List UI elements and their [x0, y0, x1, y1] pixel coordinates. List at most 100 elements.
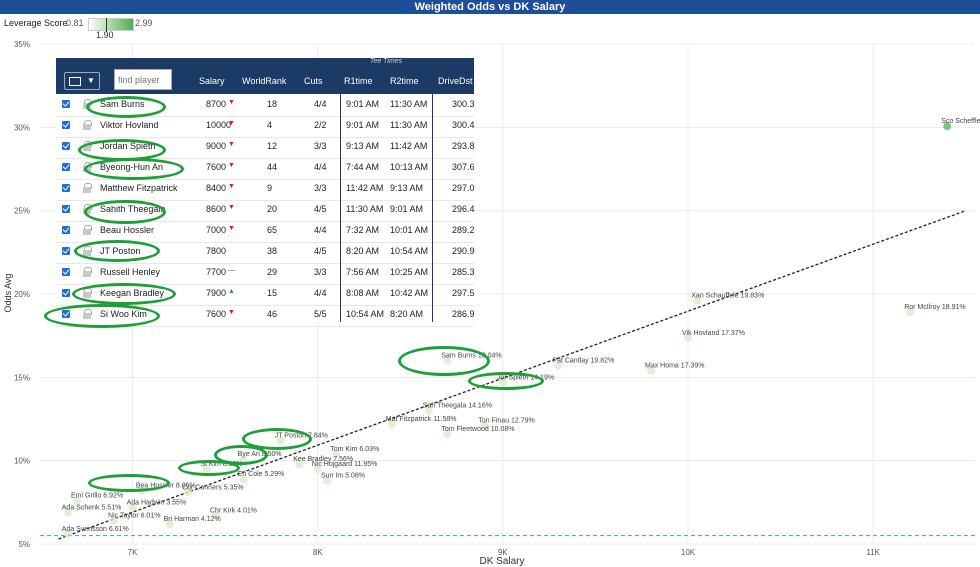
- row-checkbox[interactable]: [62, 205, 70, 213]
- lock-icon-body: [83, 313, 91, 319]
- cuts-cell: 4/4: [314, 288, 327, 298]
- r1time-cell: 9:01 AM: [346, 120, 380, 130]
- row-checkbox[interactable]: [62, 247, 70, 255]
- trend-down-icon: ▼: [228, 225, 235, 232]
- lock-icon-body: [83, 166, 91, 172]
- row-checkbox[interactable]: [62, 100, 70, 108]
- worldrank-cell: 44: [267, 162, 278, 172]
- cuts-cell: 4/5: [314, 246, 327, 256]
- point-label: Sco Scheffler 30.07%: [941, 118, 980, 125]
- col-salary[interactable]: Salary: [199, 76, 225, 86]
- r2time-cell: 11:30 AM: [390, 120, 428, 130]
- r1time-cell: 7:44 AM: [346, 162, 380, 172]
- point-label: Tom Fleetwood 10.08%: [441, 426, 514, 433]
- table-row[interactable]: Sam Burns 8700 ▼ 18 4/4 9:01 AM 11:30 AM 300.3: [56, 95, 475, 117]
- col-r1time[interactable]: R1time: [344, 76, 373, 86]
- col-drivedst[interactable]: DriveDst: [438, 76, 473, 86]
- row-checkbox[interactable]: [62, 268, 70, 276]
- r2time-cell: 9:13 AM: [390, 183, 424, 193]
- row-checkbox[interactable]: [62, 163, 70, 171]
- trend-down-icon: ▼: [228, 99, 235, 106]
- player-name: Si Woo Kim: [100, 309, 147, 319]
- table-row[interactable]: Viktor Hovland 10000 ▼ 4 2/2 9:01 AM 11:30 AM 3…: [56, 116, 475, 138]
- row-checkbox[interactable]: [62, 289, 70, 297]
- worldrank-cell: 18: [267, 99, 278, 109]
- r2time-cell: 10:13 AM: [390, 162, 429, 172]
- point-label: Bri Harman 4.12%: [164, 516, 221, 523]
- point-label: Chr Kirk 4.01%: [210, 508, 257, 515]
- x-tick-label: 11K: [866, 548, 880, 557]
- r2time-cell: 8:20 AM: [390, 309, 424, 319]
- y-tick-label: 10%: [14, 457, 30, 466]
- r1time-cell: 10:54 AM: [346, 309, 385, 319]
- table-row[interactable]: Sahith Theegala 8600 ▼ 20 4/5 11:30 AM 9:01 AM…: [56, 200, 475, 222]
- lock-icon-body: [83, 229, 91, 235]
- col-cuts[interactable]: Cuts: [304, 76, 323, 86]
- divider: [340, 58, 341, 322]
- row-checkbox[interactable]: [62, 121, 70, 129]
- row-checkbox[interactable]: [62, 184, 70, 192]
- point-label: Mat Fitzpatrick 11.58%: [386, 416, 457, 423]
- worldrank-cell: 38: [267, 246, 278, 256]
- player-name: Jordan Spieth: [100, 141, 156, 151]
- col-worldrank[interactable]: WorldRank: [242, 76, 286, 86]
- player-name: Viktor Hovland: [100, 120, 159, 130]
- table-row[interactable]: Jordan Spieth 9000 ▼ 12 3/3 9:13 AM 11:42 AM 29…: [56, 137, 475, 159]
- checkbox-icon: [69, 77, 81, 86]
- data-point: Pat Cantlay 19.82%: [552, 358, 614, 370]
- table-row[interactable]: Byeong-Hun An 7600 ▼ 44 4/4 7:44 AM 10:13 AM 30…: [56, 158, 475, 180]
- point-label: Eri Cole 5.29%: [238, 471, 285, 478]
- r1time-cell: 9:13 AM: [346, 141, 380, 151]
- player-name: Russell Henley: [100, 267, 161, 277]
- point-label: Xan Schauffele 19.83%: [691, 293, 764, 300]
- table-row[interactable]: Keegan Bradley 7900 ▲ 15 4/4 8:08 AM 10:42 AM 2…: [56, 284, 475, 306]
- select-all-dropdown[interactable]: ▼: [64, 72, 100, 90]
- data-point: Sun Im 5.08%: [321, 473, 365, 485]
- data-point: Ada Svensson 6.61%: [62, 526, 129, 538]
- row-checkbox[interactable]: [62, 226, 70, 234]
- point-label: Pat Cantlay 19.82%: [552, 358, 614, 365]
- lock-icon-body: [83, 292, 91, 298]
- table-row[interactable]: Si Woo Kim 7600 ▼ 46 5/5 10:54 AM 8:20 AM 286.9: [56, 305, 475, 327]
- data-point: Tom Fleetwood 10.08%: [441, 426, 514, 438]
- point-label: Max Homa 17.39%: [645, 363, 705, 370]
- lock-icon-body: [83, 124, 91, 130]
- data-point: Nic Taylor 6.01%: [108, 513, 160, 525]
- drivedst-cell: 296.4: [452, 204, 475, 214]
- salary-cell: 7900: [206, 288, 227, 298]
- salary-cell: 8700: [206, 99, 227, 109]
- point-label: Bye An 8.50%: [238, 451, 282, 458]
- x-tick-label: 8K: [313, 548, 323, 557]
- data-point: Max Homa 17.39%: [645, 363, 705, 375]
- cuts-cell: 4/4: [314, 99, 327, 109]
- player-name: Beau Hossler: [100, 225, 155, 235]
- salary-cell: 9000: [206, 141, 227, 151]
- table-row[interactable]: Matthew Fitzpatrick 8400 ▼ 9 3/3 11:42 AM 9:13…: [56, 179, 475, 201]
- trend-up-icon: ▲: [228, 288, 235, 295]
- table-row[interactable]: JT Poston 7800 38 4/5 8:20 AM 10:54 AM 290.9: [56, 242, 475, 264]
- r2time-cell: 11:42 AM: [390, 141, 428, 151]
- row-checkbox[interactable]: [62, 310, 70, 318]
- search-input[interactable]: find player: [114, 69, 172, 90]
- cuts-cell: 4/4: [314, 162, 327, 172]
- table-row[interactable]: Russell Henley 7700— 29 3/3 7:56 AM 10:25 AM 2…: [56, 263, 475, 285]
- lock-icon-body: [83, 208, 91, 214]
- data-point: Si Kim 8.12%: [201, 461, 243, 473]
- point-label: Emi Grillo 6.92%: [71, 493, 123, 500]
- point-label: Si Kim 8.12%: [201, 461, 243, 468]
- col-r2time[interactable]: R2time: [390, 76, 419, 86]
- point-label: Nic Hojgaard 11.95%: [312, 461, 378, 468]
- y-tick-label: 20%: [14, 290, 30, 299]
- player-name: Keegan Bradley: [100, 288, 165, 298]
- drivedst-cell: 285.3: [452, 267, 475, 277]
- table-row[interactable]: Beau Hossler 7000 ▼ 65 4/4 7:32 AM 10:01 AM 289…: [56, 221, 475, 243]
- salary-cell: 7600: [206, 162, 227, 172]
- player-name: Sam Burns: [100, 99, 145, 109]
- data-point: Vik Hovland 17.37%: [682, 330, 745, 342]
- y-tick-label: 35%: [14, 40, 30, 49]
- drivedst-cell: 297.0: [452, 183, 475, 193]
- player-name: Sahith Theegala: [100, 204, 166, 214]
- row-checkbox[interactable]: [62, 142, 70, 150]
- data-point: Emi Grillo 6.92%: [71, 493, 123, 505]
- salary-cell: 7800: [206, 246, 227, 256]
